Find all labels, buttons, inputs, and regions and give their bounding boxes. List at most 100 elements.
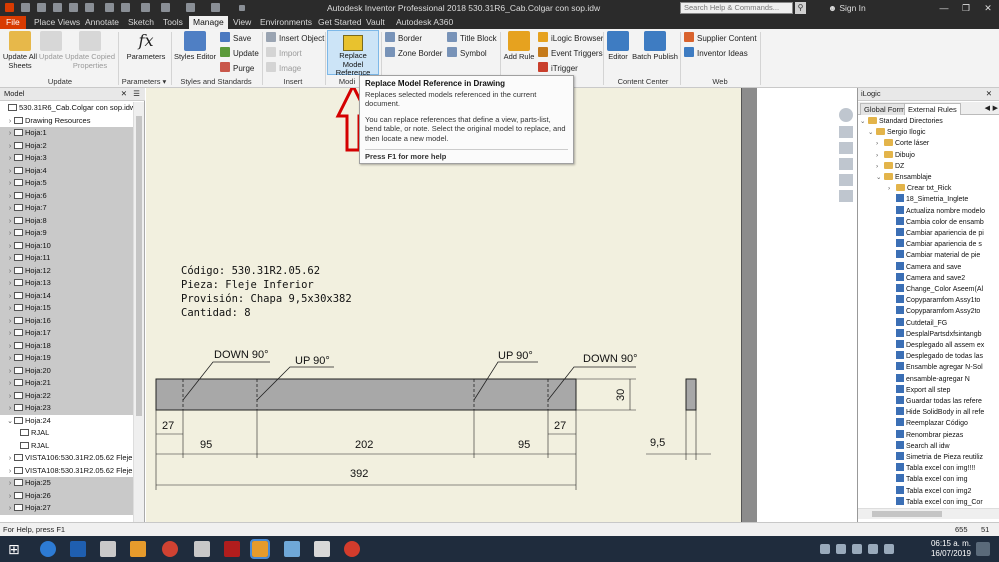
browser-item[interactable]: › Hoja:11 — [0, 252, 134, 265]
expand-icon[interactable]: › — [876, 138, 884, 149]
ilogic-hscrollbar[interactable] — [858, 508, 999, 519]
rule-folder[interactable]: › Crear txt_Rick — [888, 183, 951, 194]
rule-folder[interactable]: ⌄ Ensamblaje — [876, 172, 932, 183]
browser-item[interactable]: › VISTA108:530.31R2.05.62 Fleje — [0, 465, 134, 478]
zone-border-button[interactable]: Zone Border — [385, 47, 442, 59]
editor-button[interactable]: Editor — [605, 31, 631, 62]
dim-27-right[interactable]: 27 — [554, 420, 566, 432]
browser-item[interactable]: ⌄ Hoja:24 — [0, 415, 134, 428]
tab-manage[interactable]: Manage — [189, 16, 228, 29]
notepad-icon[interactable] — [284, 541, 300, 557]
browser-item[interactable]: › Hoja:5 — [0, 177, 134, 190]
tab-tools[interactable]: Tools — [159, 16, 187, 29]
import-button[interactable]: Import — [266, 47, 302, 59]
browser-item[interactable]: › Hoja:9 — [0, 227, 134, 240]
insert-object-button[interactable]: Insert Object — [266, 32, 324, 44]
part-flat-view[interactable] — [155, 378, 577, 411]
rule-item[interactable]: Cambiar apariencia de pi — [896, 228, 984, 239]
update-copied-properties-button[interactable]: Update Copied Properties — [64, 31, 116, 70]
app-menu-icon[interactable] — [4, 2, 16, 14]
tab-view[interactable]: View — [229, 16, 255, 29]
outlook-icon[interactable] — [70, 541, 86, 557]
minimize-icon[interactable]: — — [933, 0, 955, 16]
rule-item[interactable]: Tabla excel con img_Cor — [896, 496, 983, 508]
expand-icon[interactable]: ⌄ — [860, 116, 868, 127]
rule-item[interactable]: Cambia color de ensamb — [896, 216, 984, 228]
dim-95-left[interactable]: 95 — [200, 439, 212, 451]
inventor-active-icon[interactable] — [250, 539, 270, 559]
edge-icon[interactable] — [40, 541, 56, 557]
rule-folder[interactable]: › DZ — [876, 161, 904, 172]
dim-202[interactable]: 202 — [355, 439, 373, 451]
browser-item[interactable]: › Hoja:13 — [0, 277, 134, 290]
expand-icon[interactable]: › — [6, 503, 14, 516]
expand-icon[interactable]: › — [876, 150, 884, 161]
scroll-left-icon[interactable]: ◀ — [985, 104, 990, 112]
dim-30[interactable]: 30 — [615, 389, 627, 401]
select-icon[interactable] — [140, 2, 152, 14]
zoom-all-icon[interactable] — [839, 174, 853, 186]
browser-item[interactable]: › Hoja:21 — [0, 377, 134, 390]
rule-folder[interactable]: › Dibujo — [876, 150, 915, 161]
rule-folder[interactable]: ⌄ Sergio Ilogic — [868, 127, 926, 138]
dim-9-5[interactable]: 9,5 — [650, 437, 665, 449]
browser-item[interactable]: › Hoja:17 — [0, 327, 134, 340]
add-rule-button[interactable]: Add Rule — [502, 31, 536, 62]
acrobat-icon[interactable] — [224, 541, 240, 557]
rule-item[interactable]: Camera and save2 — [896, 272, 965, 284]
browser-item[interactable]: › Hoja:23 — [0, 402, 134, 415]
expand-icon[interactable]: ⌄ — [876, 172, 884, 183]
app-icon[interactable] — [100, 541, 116, 557]
browser-item[interactable]: › Hoja:16 — [0, 314, 134, 327]
rule-item[interactable]: Renombrar piezas — [896, 429, 963, 441]
tab-environments[interactable]: Environments — [256, 16, 316, 29]
rule-item[interactable]: Cambiar material de pie — [896, 250, 980, 261]
update-icon[interactable] — [120, 2, 132, 14]
rule-item[interactable]: Desplegado de todas las — [896, 351, 983, 362]
rule-item[interactable]: Actualiza nombre modelo — [896, 205, 985, 217]
network-icon[interactable] — [868, 544, 878, 554]
dim-27-left[interactable]: 27 — [162, 420, 174, 432]
rule-item[interactable]: Cambiar apariencia de s — [896, 239, 982, 250]
batch-publish-button[interactable]: Batch Publish — [631, 31, 679, 62]
help-search-input[interactable]: Search Help & Commands... — [680, 2, 793, 14]
dim-95-right[interactable]: 95 — [518, 439, 530, 451]
browser-item[interactable]: › Hoja:6 — [0, 189, 134, 202]
save-icon[interactable] — [52, 2, 64, 14]
rule-folder[interactable]: ⌄ Standard Directories — [860, 116, 943, 127]
browser-item[interactable]: › Hoja:12 — [0, 264, 134, 277]
replace-model-reference-button[interactable]: Replace Model Reference — [327, 30, 379, 77]
open-icon[interactable] — [36, 2, 48, 14]
browser-item[interactable]: › Hoja:19 — [0, 352, 134, 365]
model-tab[interactable]: Model — [4, 89, 24, 98]
rule-item[interactable]: Tabla excel con img!!!! — [896, 463, 975, 474]
rule-item[interactable]: 18_Simetria_Inglete — [896, 194, 968, 205]
tab-file[interactable]: File — [0, 16, 26, 29]
rule-folder[interactable]: › Corte láser — [876, 138, 929, 149]
rule-item[interactable]: Tabla excel con img — [896, 474, 967, 485]
appearance-icon[interactable] — [185, 2, 197, 14]
rule-item[interactable]: Reemplazar Código — [896, 418, 968, 429]
rule-item[interactable]: Search all idw — [896, 440, 950, 452]
tray-icon-1[interactable] — [820, 544, 830, 554]
part-side-view[interactable] — [685, 378, 697, 411]
browser-item[interactable]: › Hoja:2 — [0, 139, 134, 152]
home-icon[interactable] — [104, 2, 116, 14]
browser-root[interactable]: 530.31R6_Cab.Colgar con sop.idw — [0, 102, 134, 115]
purge-button[interactable]: Purge — [220, 62, 254, 74]
browser-item[interactable]: › Hoja:14 — [0, 289, 134, 302]
photos-icon[interactable] — [314, 541, 330, 557]
tab-get-started[interactable]: Get Started — [314, 16, 365, 29]
rule-item[interactable]: Tabla excel con img2 — [896, 485, 971, 497]
sign-in-link[interactable]: ☻ Sign In — [828, 3, 866, 13]
zoom-window-icon[interactable] — [839, 158, 853, 170]
rule-item[interactable]: Copyparamfom Assy2to — [896, 306, 980, 317]
tray-icon-2[interactable] — [836, 544, 846, 554]
rule-item[interactable]: Simetria de Pieza reutiliz — [896, 452, 983, 463]
tab-external-rules[interactable]: External Rules — [904, 103, 961, 115]
ilogic-browser-button[interactable]: iLogic Browser — [538, 32, 603, 44]
update-styles-button[interactable]: Update — [220, 47, 259, 59]
new-icon[interactable] — [20, 2, 32, 14]
browser-item[interactable]: › Hoja:7 — [0, 202, 134, 215]
styles-editor-button[interactable]: Styles Editor — [173, 31, 217, 62]
